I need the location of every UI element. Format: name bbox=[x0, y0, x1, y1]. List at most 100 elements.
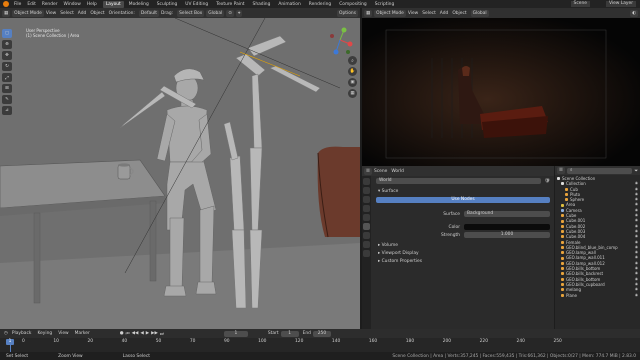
select-box-tool-icon[interactable]: ▢ bbox=[2, 29, 12, 38]
record-icon[interactable]: ● bbox=[120, 331, 124, 336]
tab-scripting[interactable]: Scripting bbox=[372, 1, 398, 8]
menu-keying[interactable]: Keying bbox=[37, 331, 52, 336]
start-frame-field[interactable]: 1 bbox=[280, 330, 299, 337]
global-dropdown-2[interactable]: Global bbox=[470, 9, 489, 17]
menu-playback[interactable]: Playback bbox=[12, 331, 32, 336]
breadcrumb-world[interactable]: World bbox=[391, 169, 404, 174]
pivot-icon[interactable]: ⊙ bbox=[226, 9, 234, 17]
outliner-search-input[interactable]: ⌕ bbox=[566, 167, 633, 174]
menu-add-2[interactable]: Add bbox=[440, 11, 449, 16]
end-frame-field[interactable]: 250 bbox=[312, 330, 331, 337]
surface-section[interactable]: ▾ Surface bbox=[374, 188, 398, 195]
tab-layout[interactable]: Layout bbox=[102, 0, 124, 8]
menu-view-2[interactable]: View bbox=[408, 11, 418, 16]
mesh-icon bbox=[561, 251, 564, 255]
volume-section[interactable]: ▸ Volume bbox=[374, 242, 398, 249]
global-dropdown[interactable]: Global bbox=[206, 9, 225, 17]
menu-timeline-view[interactable]: View bbox=[58, 331, 68, 336]
strength-field[interactable]: 1.000 bbox=[464, 232, 550, 238]
menu-add[interactable]: Add bbox=[78, 11, 87, 16]
outliner-editor-icon[interactable]: ☰ bbox=[557, 167, 565, 174]
timeline-editor-icon[interactable]: ◷ bbox=[4, 331, 8, 336]
outliner-item[interactable]: Plane ◉ bbox=[557, 293, 640, 298]
3d-viewport[interactable] bbox=[0, 18, 360, 329]
breadcrumb-scene[interactable]: Scene bbox=[374, 169, 387, 174]
jump-start-icon[interactable]: ⏮ bbox=[126, 331, 130, 337]
tab-animation[interactable]: Animation bbox=[275, 1, 303, 8]
object-mode-dropdown-2[interactable]: Object Mode bbox=[374, 9, 406, 17]
drag-dropdown[interactable]: Select Box bbox=[177, 9, 205, 17]
editor-type-icon[interactable]: ▦ bbox=[2, 9, 11, 17]
menu-render[interactable]: Render bbox=[42, 2, 58, 7]
scene-selector[interactable]: Scene bbox=[570, 1, 590, 7]
visibility-eye-icon[interactable]: ◉ bbox=[635, 293, 638, 298]
menu-window[interactable]: Window bbox=[64, 2, 81, 7]
orientation-dropdown[interactable]: Default bbox=[138, 9, 159, 17]
snap-icon[interactable]: ⌖ bbox=[235, 9, 243, 17]
jump-end-icon[interactable]: ⏭ bbox=[160, 331, 164, 337]
blender-logo-icon[interactable] bbox=[3, 1, 9, 7]
tab-texture-paint[interactable]: Texture Paint bbox=[213, 1, 247, 8]
object-tab-icon[interactable] bbox=[363, 232, 370, 239]
scene-tab-icon[interactable] bbox=[363, 214, 370, 221]
next-key-icon[interactable]: ▶▶ bbox=[151, 331, 158, 336]
shading-icon[interactable]: ◐ bbox=[630, 9, 638, 17]
camera-view-icon[interactable]: ▣ bbox=[348, 78, 357, 87]
current-frame-field[interactable]: 1 bbox=[223, 330, 248, 337]
menu-view[interactable]: View bbox=[46, 11, 56, 16]
tab-shading[interactable]: Shading bbox=[250, 1, 274, 8]
tab-uv-editing[interactable]: UV Editing bbox=[182, 1, 211, 8]
menu-marker[interactable]: Marker bbox=[75, 331, 90, 336]
view-layer-tab-icon[interactable] bbox=[363, 205, 370, 212]
menu-select[interactable]: Select bbox=[60, 11, 74, 16]
move-tool-icon[interactable]: ✥ bbox=[2, 51, 12, 60]
custom-properties-section[interactable]: ▸ Custom Properties bbox=[374, 258, 422, 265]
output-tab-icon[interactable] bbox=[363, 196, 370, 203]
measure-tool-icon[interactable]: ⊿ bbox=[2, 106, 12, 115]
world-shield-icon[interactable]: 🛡 bbox=[544, 179, 550, 184]
menu-object-2[interactable]: Object bbox=[452, 11, 466, 16]
menu-file[interactable]: File bbox=[14, 2, 21, 7]
world-tab-icon[interactable] bbox=[363, 223, 370, 230]
color-swatch[interactable] bbox=[464, 224, 550, 230]
material-tab-icon[interactable] bbox=[363, 250, 370, 257]
editor-type-icon-2[interactable]: ▦ bbox=[364, 9, 373, 17]
navigation-gizmo-icon[interactable] bbox=[324, 24, 356, 56]
tab-rendering[interactable]: Rendering bbox=[306, 1, 334, 8]
rendered-viewport[interactable] bbox=[362, 18, 640, 166]
view-layer-selector[interactable]: View Layer bbox=[605, 1, 636, 7]
transform-tool-icon[interactable]: ⊞ bbox=[2, 84, 12, 93]
annotate-tool-icon[interactable]: ✎ bbox=[2, 95, 12, 104]
prev-key-icon[interactable]: ◀◀ bbox=[132, 331, 139, 336]
tab-modeling[interactable]: Modeling bbox=[126, 1, 152, 8]
options-dropdown[interactable]: Options bbox=[337, 9, 358, 17]
tool-tab-icon[interactable] bbox=[363, 178, 370, 185]
tab-compositing[interactable]: Compositing bbox=[336, 1, 370, 8]
world-name-field[interactable]: World bbox=[376, 178, 542, 184]
pan-hand-icon[interactable]: ✋ bbox=[348, 67, 357, 76]
rotate-tool-icon[interactable]: ↻ bbox=[2, 62, 12, 71]
viewport-display-section[interactable]: ▸ Viewport Display bbox=[374, 250, 419, 257]
cursor-tool-icon[interactable]: ⊕ bbox=[2, 40, 12, 49]
tab-sculpting[interactable]: Sculpting bbox=[154, 1, 181, 8]
viewport-nav-buttons: ⌕ ✋ ▣ ▦ bbox=[348, 56, 358, 100]
scale-tool-icon[interactable]: ⤢ bbox=[2, 73, 12, 82]
play-reverse-icon[interactable]: ◀ bbox=[140, 331, 143, 336]
use-nodes-button[interactable]: Use Nodes bbox=[376, 197, 550, 203]
modifier-tab-icon[interactable] bbox=[363, 241, 370, 248]
menu-select-2[interactable]: Select bbox=[422, 11, 436, 16]
perspective-toggle-icon[interactable]: ▦ bbox=[348, 89, 357, 98]
mesh-icon bbox=[565, 193, 568, 197]
zoom-icon[interactable]: ⌕ bbox=[348, 56, 357, 65]
play-icon[interactable]: ▶ bbox=[146, 331, 149, 336]
surface-dropdown[interactable]: Background bbox=[464, 211, 550, 217]
timeline-track[interactable]: 1 0 10 20 40 50 70 90 100 120 140 160 18… bbox=[0, 338, 640, 352]
render-tab-icon[interactable] bbox=[363, 187, 370, 194]
menu-help[interactable]: Help bbox=[87, 2, 97, 7]
menu-object[interactable]: Object bbox=[90, 11, 104, 16]
properties-editor-icon[interactable]: ☰ bbox=[364, 167, 372, 175]
object-mode-dropdown[interactable]: Object Mode bbox=[12, 9, 44, 17]
start-label: Start bbox=[267, 331, 279, 336]
menu-edit[interactable]: Edit bbox=[27, 2, 36, 7]
filter-icon[interactable]: ⏷ bbox=[634, 168, 638, 174]
